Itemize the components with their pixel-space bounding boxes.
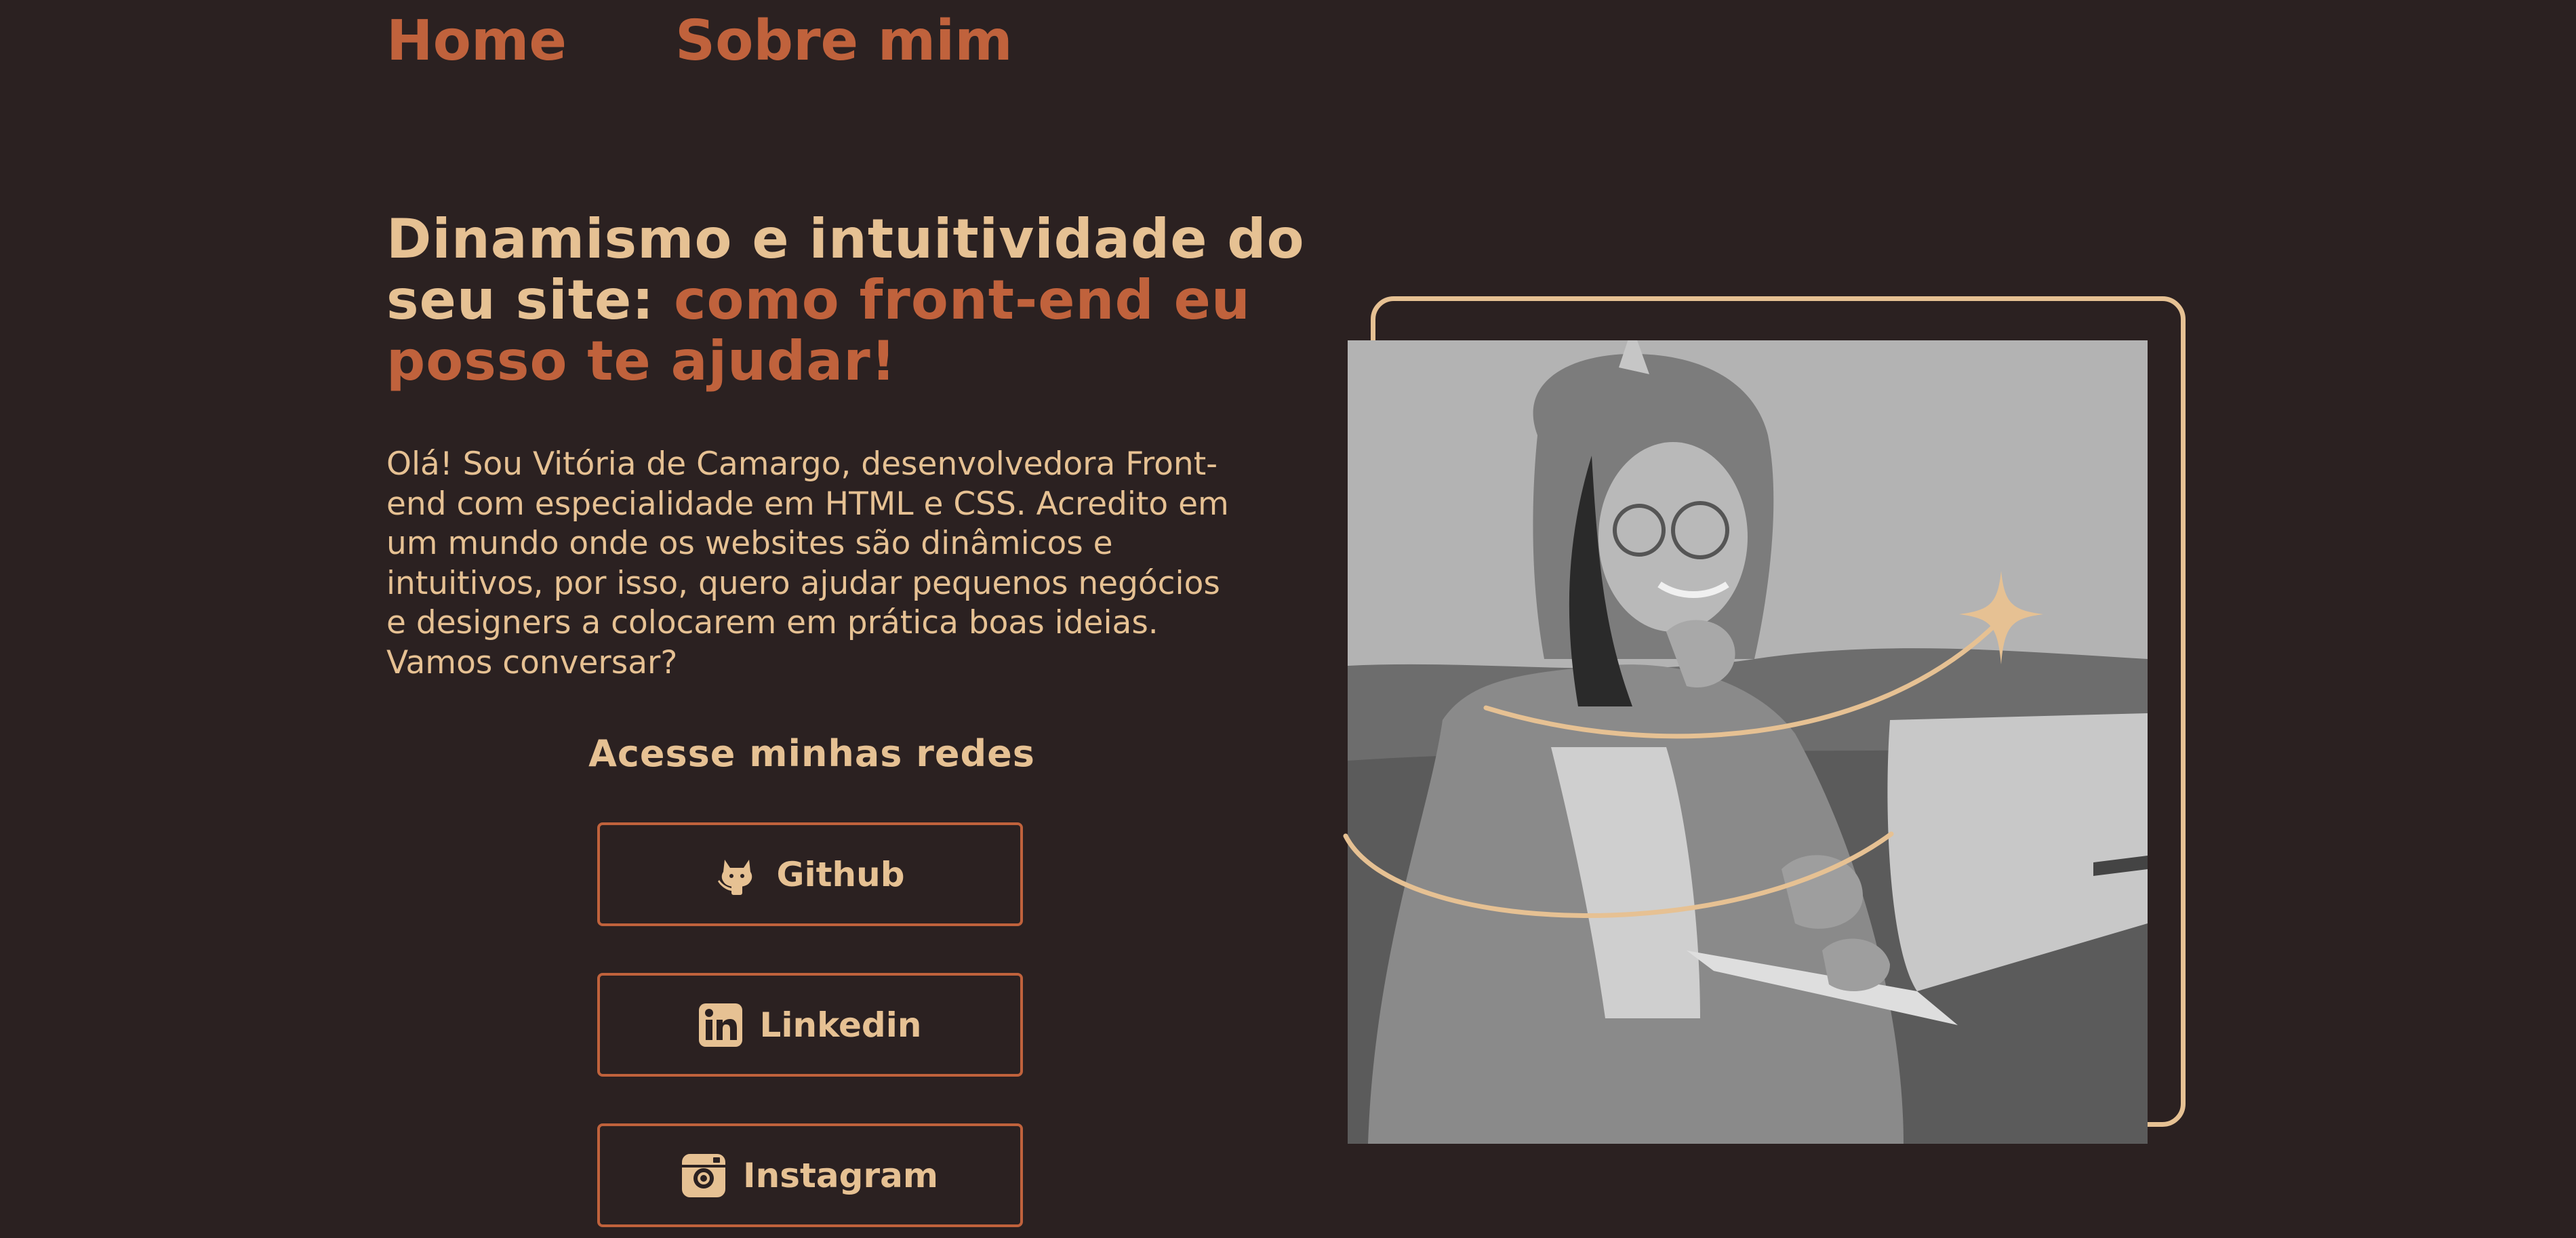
- nav-about-link[interactable]: Sobre mim: [675, 14, 1013, 69]
- socials-title: Acesse minhas redes: [588, 732, 1035, 775]
- instagram-button[interactable]: Instagram: [597, 1123, 1023, 1227]
- hero-headline: Dinamismo e intuitividade do seu site: c…: [386, 209, 1308, 392]
- github-label: Github: [776, 854, 905, 894]
- intro-paragraph: Olá! Sou Vitória de Camargo, desenvolved…: [386, 445, 1229, 681]
- nav-home-link[interactable]: Home: [386, 14, 567, 69]
- instagram-icon: [682, 1153, 726, 1197]
- linkedin-icon: [698, 1003, 742, 1047]
- top-nav: Home Sobre mim: [386, 14, 1013, 69]
- linkedin-button[interactable]: Linkedin: [597, 973, 1023, 1077]
- github-icon: [715, 853, 759, 896]
- github-button[interactable]: Github: [597, 822, 1023, 926]
- sparkle-icon: [1959, 571, 2043, 664]
- instagram-label: Instagram: [743, 1155, 938, 1195]
- decorative-swoosh: [1343, 571, 2043, 918]
- linkedin-label: Linkedin: [759, 1005, 922, 1045]
